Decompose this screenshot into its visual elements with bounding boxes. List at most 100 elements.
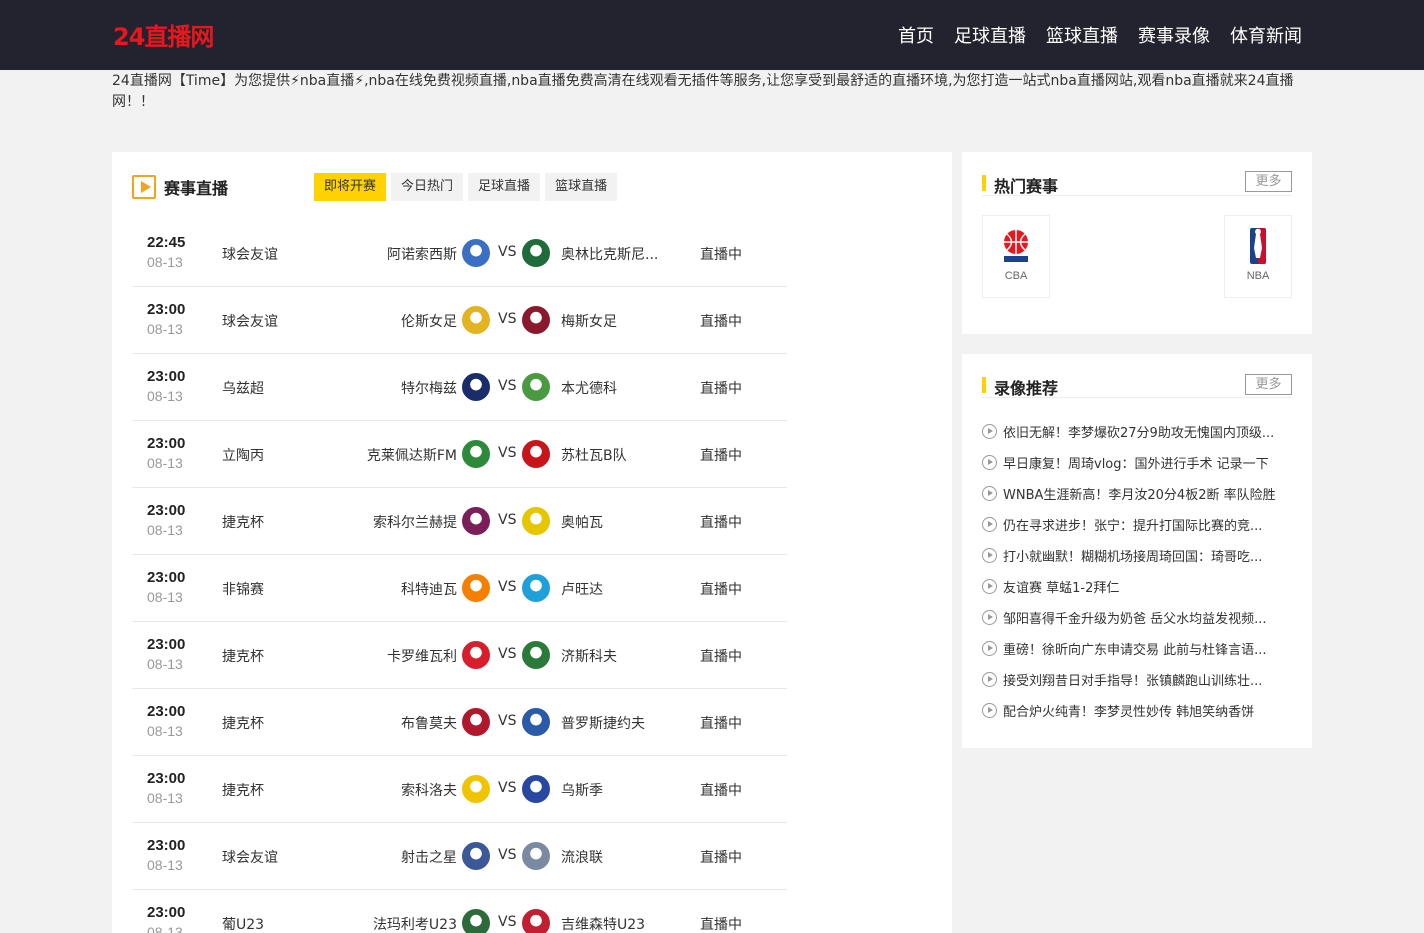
replay-item[interactable]: 接受刘翔昔日对手指导！张镇麟跑山训练壮... [982,664,1292,695]
replay-item[interactable]: WNBA生涯新高！李月汝20分4板2断 率队险胜 [982,478,1292,509]
home-team-logo-icon [462,440,490,468]
replay-item[interactable]: 邹阳喜得千金升级为奶爸 岳父水均益发视频... [982,602,1292,633]
nav-sports-news[interactable]: 体育新闻 [1230,22,1302,48]
match-row[interactable]: 23:00 08-13 捷克杯 布鲁莫夫 VS 普罗斯捷约夫 直播中 [132,689,787,756]
live-status-link[interactable]: 直播中 [700,445,742,465]
away-team-name[interactable]: 奥林比克斯尼... [561,244,658,264]
replay-item[interactable]: 配合炉火纯青！李梦灵性妙传 韩旭笑纳香饼 [982,695,1292,726]
tab-today-hot[interactable]: 今日热门 [391,173,464,201]
vs-label: VS [498,512,517,528]
home-team-name[interactable]: 法玛利考U23 [373,914,457,933]
away-team-name[interactable]: 吉维森特U23 [561,914,645,933]
nav-football-live[interactable]: 足球直播 [954,22,1026,48]
vs-label: VS [498,780,517,796]
play-circle-icon [982,703,997,718]
live-status-link[interactable]: 直播中 [700,579,742,599]
match-league[interactable]: 捷克杯 [222,780,264,800]
away-team-logo-icon [522,641,550,669]
away-team-name[interactable]: 济斯科夫 [561,646,617,666]
vs-label: VS [498,579,517,595]
match-row[interactable]: 22:45 08-13 球会友谊 阿诺索西斯 VS 奥林比克斯尼... 直播中 [132,220,787,287]
match-row[interactable]: 23:00 08-13 非锦赛 科特迪瓦 VS 卢旺达 直播中 [132,555,787,622]
live-status-link[interactable]: 直播中 [700,914,742,933]
live-status-link[interactable]: 直播中 [700,847,742,867]
away-team-name[interactable]: 梅斯女足 [561,311,617,331]
home-team-name[interactable]: 索科尔兰赫提 [373,512,457,532]
match-league[interactable]: 捷克杯 [222,713,264,733]
home-team-name[interactable]: 克莱佩达斯FM [367,445,457,465]
match-league[interactable]: 葡U23 [222,914,264,933]
home-team-name[interactable]: 卡罗维瓦利 [387,646,457,666]
match-league[interactable]: 球会友谊 [222,244,278,264]
live-status-link[interactable]: 直播中 [700,780,742,800]
replay-item[interactable]: 依旧无解！李梦爆砍27分9助攻无愧国内顶级... [982,416,1292,447]
away-team-logo-icon [522,239,550,267]
hot-item-nba[interactable]: NBA [1224,215,1292,298]
home-team-logo-icon [462,641,490,669]
nav-replays[interactable]: 赛事录像 [1138,22,1210,48]
match-league[interactable]: 捷克杯 [222,646,264,666]
tab-basketball[interactable]: 篮球直播 [545,173,618,201]
play-circle-icon [982,486,997,501]
match-row[interactable]: 23:00 08-13 立陶丙 克莱佩达斯FM VS 苏杜瓦B队 直播中 [132,421,787,488]
away-team-name[interactable]: 流浪联 [561,847,603,867]
match-time: 23:00 [147,770,186,787]
match-row[interactable]: 23:00 08-13 葡U23 法玛利考U23 VS 吉维森特U23 直播中 [132,890,787,933]
match-league[interactable]: 捷克杯 [222,512,264,532]
home-team-name[interactable]: 伦斯女足 [401,311,457,331]
home-team-name[interactable]: 射击之星 [401,847,457,867]
away-team-name[interactable]: 乌斯季 [561,780,603,800]
match-league[interactable]: 乌兹超 [222,378,264,398]
match-row[interactable]: 23:00 08-13 球会友谊 射击之星 VS 流浪联 直播中 [132,823,787,890]
live-status-link[interactable]: 直播中 [700,378,742,398]
live-status-link[interactable]: 直播中 [700,244,742,264]
match-date: 08-13 [147,522,183,538]
away-team-name[interactable]: 卢旺达 [561,579,603,599]
home-team-name[interactable]: 索科洛夫 [401,780,457,800]
replay-item[interactable]: 仍在寻求进步！张宁：提升打国际比赛的竞... [982,509,1292,540]
away-team-name[interactable]: 普罗斯捷约夫 [561,713,645,733]
match-league[interactable]: 球会友谊 [222,847,278,867]
replay-item[interactable]: 友谊赛 草蜢1-2拜仁 [982,571,1292,602]
tab-upcoming[interactable]: 即将开赛 [314,173,387,201]
match-row[interactable]: 23:00 08-13 捷克杯 卡罗维瓦利 VS 济斯科夫 直播中 [132,622,787,689]
match-league[interactable]: 球会友谊 [222,311,278,331]
match-time: 23:00 [147,636,186,653]
away-team-name[interactable]: 本尤德科 [561,378,617,398]
replay-item[interactable]: 重磅！徐昕向广东申请交易 此前与杜锋言语... [982,633,1292,664]
home-team-logo-icon [462,775,490,803]
live-status-link[interactable]: 直播中 [700,646,742,666]
play-circle-icon [982,548,997,563]
live-status-link[interactable]: 直播中 [700,713,742,733]
match-league[interactable]: 非锦赛 [222,579,264,599]
hot-more-button[interactable]: 更多 [1245,171,1292,192]
away-team-logo-icon [522,574,550,602]
match-league[interactable]: 立陶丙 [222,445,264,465]
away-team-logo-icon [522,507,550,535]
home-team-name[interactable]: 布鲁莫夫 [401,713,457,733]
match-date: 08-13 [147,656,183,672]
home-team-logo-icon [462,507,490,535]
replay-more-button[interactable]: 更多 [1245,374,1292,395]
nav-home[interactable]: 首页 [898,22,934,48]
replay-item[interactable]: 打小就幽默！糊糊机场接周琦回国：琦哥吃... [982,540,1292,571]
match-row[interactable]: 23:00 08-13 捷克杯 索科洛夫 VS 乌斯季 直播中 [132,756,787,823]
hot-item-cba[interactable]: CBA [982,215,1050,298]
live-status-link[interactable]: 直播中 [700,311,742,331]
home-team-name[interactable]: 特尔梅兹 [401,378,457,398]
nav-basketball-live[interactable]: 篮球直播 [1046,22,1118,48]
match-row[interactable]: 23:00 08-13 球会友谊 伦斯女足 VS 梅斯女足 直播中 [132,287,787,354]
hot-item-label: CBA [1004,270,1028,282]
site-logo[interactable]: 24直播网 [113,17,214,52]
away-team-name[interactable]: 奥帕瓦 [561,512,603,532]
tab-football[interactable]: 足球直播 [468,173,541,201]
live-status-link[interactable]: 直播中 [700,512,742,532]
home-team-name[interactable]: 阿诺索西斯 [387,244,457,264]
replay-item[interactable]: 早日康复！周琦vlog：国外进行手术 记录一下 [982,447,1292,478]
match-row[interactable]: 23:00 08-13 捷克杯 索科尔兰赫提 VS 奥帕瓦 直播中 [132,488,787,555]
home-team-name[interactable]: 科特迪瓦 [401,579,457,599]
replay-list: 依旧无解！李梦爆砍27分9助攻无愧国内顶级... 早日康复！周琦vlog：国外进行… [982,416,1292,726]
match-row[interactable]: 23:00 08-13 乌兹超 特尔梅兹 VS 本尤德科 直播中 [132,354,787,421]
away-team-logo-icon [522,306,550,334]
away-team-name[interactable]: 苏杜瓦B队 [561,445,627,465]
